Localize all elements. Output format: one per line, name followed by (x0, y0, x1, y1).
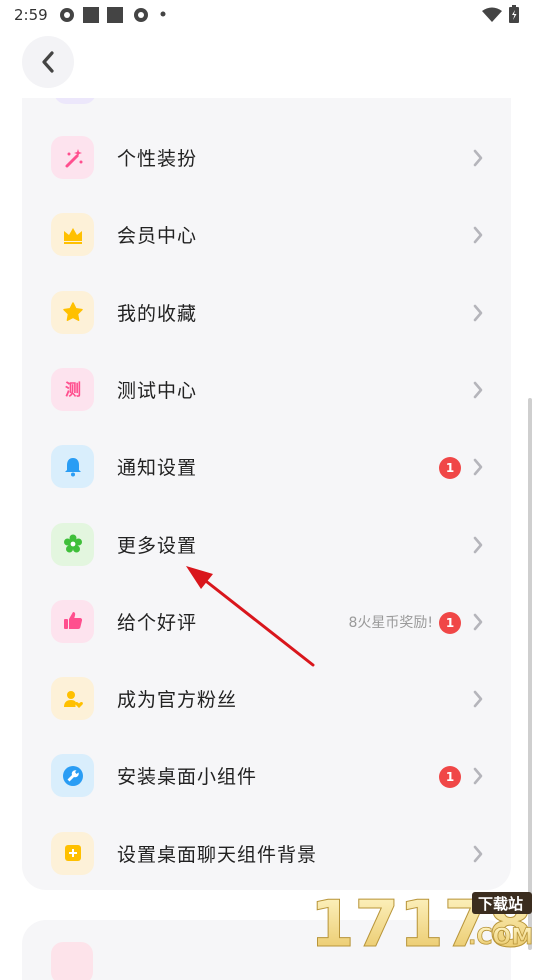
sync-icon-2 (134, 8, 148, 22)
notification-badge: 1 (439, 457, 461, 480)
settings-row-image-plus[interactable]: 设置桌面聊天组件背景 (22, 816, 511, 890)
settings-row-star[interactable]: 我的收藏 (22, 275, 511, 352)
row-icon-box (51, 522, 94, 566)
wifi-icon (482, 7, 502, 22)
chevron-right-icon (472, 613, 484, 635)
row-icon-box (51, 213, 94, 257)
back-button[interactable] (22, 36, 74, 88)
row-label: 给个好评 (117, 611, 198, 634)
settings-row-flower-gear[interactable]: 更多设置 (22, 507, 511, 584)
row-label: 设置桌面聊天组件背景 (117, 843, 318, 866)
more-notifications-dot-icon (160, 11, 166, 17)
row-icon-box (51, 677, 94, 721)
row-icon-box (51, 290, 94, 334)
chevron-right-icon (472, 536, 484, 558)
row-label: 通知设置 (117, 457, 198, 480)
svg-text:测: 测 (64, 380, 80, 399)
settings-row-thumbs-up[interactable]: 给个好评 1 8火星币奖励! (22, 584, 511, 661)
notification-square-icon (83, 7, 99, 23)
row-icon-box (51, 445, 94, 489)
row-icon-box (51, 831, 94, 875)
watermark-site: 下载站 (478, 895, 523, 913)
settings-row-magic-wand[interactable]: 个性装扮 (22, 120, 511, 197)
chevron-right-icon (472, 304, 484, 326)
user-heart-icon (63, 690, 83, 708)
image-plus-icon (64, 845, 81, 862)
notification-badge: 1 (439, 611, 461, 634)
test-icon: 测 (64, 380, 80, 399)
reward-hint: 8火星币奖励! (348, 614, 433, 631)
chevron-right-icon (472, 381, 484, 403)
thumbs-up-icon (63, 612, 82, 630)
settings-row-test[interactable]: 测 测试中心 (22, 352, 511, 429)
wrench-icon (62, 765, 83, 786)
row-icon-box (51, 754, 94, 798)
settings-row-user-heart[interactable]: 成为官方粉丝 (22, 661, 511, 738)
chevron-right-icon (472, 845, 484, 867)
row-icon-box (51, 599, 94, 643)
sync-icon (60, 8, 74, 22)
settings-card: 个性装扮会员中心我的收藏测 测试中心通知设置 1 更多设置给个好评 1 8火星币奖励! 成为… (22, 98, 511, 890)
watermark-domain: .COM (468, 925, 533, 950)
row-label: 成为官方粉丝 (117, 689, 238, 712)
chevron-right-icon (472, 690, 484, 712)
partial-row-icon (54, 98, 96, 104)
row-label: 会员中心 (117, 225, 198, 248)
status-time: 2:59 (14, 6, 48, 24)
star-icon (62, 302, 83, 322)
chevron-right-icon (472, 458, 484, 480)
notification-badge: 1 (439, 766, 461, 789)
row-icon-box (51, 136, 94, 179)
partial-row-icon-2 (51, 942, 93, 980)
bell-icon (64, 457, 81, 477)
site-watermark-logo: 17178 下载站 .COM (310, 888, 534, 951)
scrollbar[interactable] (528, 398, 532, 950)
notification-square-icon-2 (107, 7, 123, 23)
chevron-left-icon (42, 51, 54, 73)
settings-row-bell[interactable]: 通知设置 1 (22, 429, 511, 506)
row-label: 我的收藏 (117, 302, 198, 325)
magic-wand-icon (65, 148, 82, 167)
row-label: 测试中心 (117, 379, 198, 402)
chevron-right-icon (472, 767, 484, 789)
row-icon-box: 测 (51, 367, 94, 411)
status-bar: 2:59 (0, 0, 534, 28)
crown-icon (63, 227, 82, 244)
chevron-right-icon (472, 226, 484, 248)
flower-gear-icon (63, 534, 82, 553)
battery-icon (509, 5, 519, 23)
row-label: 更多设置 (117, 534, 198, 557)
row-label: 安装桌面小组件 (117, 766, 258, 789)
settings-row-wrench[interactable]: 安装桌面小组件 1 (22, 738, 511, 815)
settings-row-crown[interactable]: 会员中心 (22, 197, 511, 274)
row-label: 个性装扮 (117, 148, 198, 170)
chevron-right-icon (472, 149, 484, 171)
